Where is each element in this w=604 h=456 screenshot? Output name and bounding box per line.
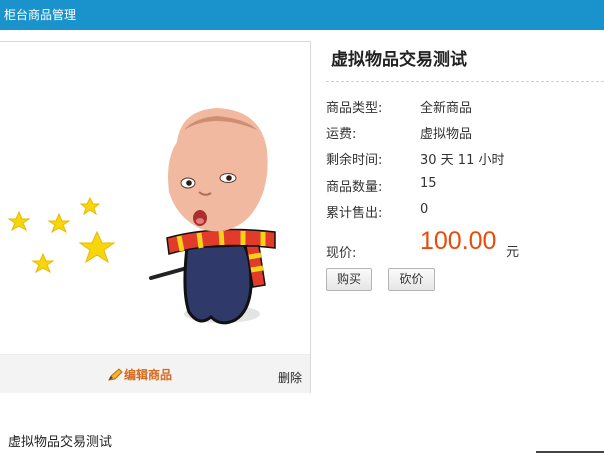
product-name-footer: 虚拟物品交易测试 bbox=[8, 435, 113, 450]
shipping-label: 运费: bbox=[326, 127, 357, 142]
bargain-button[interactable]: 砍价 bbox=[388, 268, 435, 291]
corner-divider bbox=[536, 451, 604, 453]
price-label: 现价: bbox=[326, 246, 357, 261]
quantity-label: 商品数量: bbox=[326, 180, 383, 195]
edit-product-label: 编辑商品 bbox=[124, 368, 173, 382]
price-value: 100.00 bbox=[420, 227, 497, 255]
price-unit: 元 bbox=[506, 245, 520, 260]
edit-product-link[interactable]: 编辑商品 bbox=[107, 366, 172, 383]
product-type-value: 全新商品 bbox=[420, 101, 473, 116]
pencil-icon bbox=[108, 367, 123, 381]
shipping-value: 虚拟物品 bbox=[420, 127, 473, 142]
image-actions-bar: 编辑商品 删除 bbox=[0, 354, 310, 393]
sold-count-value: 0 bbox=[420, 202, 429, 217]
product-image-panel: 编辑商品 删除 bbox=[0, 41, 311, 393]
star-icon bbox=[7, 210, 31, 232]
buy-button[interactable]: 购买 bbox=[326, 268, 372, 291]
quantity-value: 15 bbox=[420, 176, 437, 191]
remaining-time-label: 剩余时间: bbox=[326, 153, 383, 168]
star-icon bbox=[78, 230, 116, 264]
product-type-label: 商品类型: bbox=[326, 101, 383, 116]
star-icon bbox=[47, 212, 71, 234]
product-title: 虚拟物品交易测试 bbox=[331, 50, 467, 70]
page-title: 柜台商品管理 bbox=[4, 8, 77, 22]
product-image bbox=[7, 108, 276, 325]
sold-count-label: 累计售出: bbox=[326, 206, 383, 221]
delete-link[interactable]: 删除 bbox=[278, 369, 302, 386]
star-icon bbox=[79, 196, 101, 216]
title-divider bbox=[326, 81, 604, 82]
remaining-time-value: 30 天 11 小时 bbox=[420, 153, 505, 168]
top-bar: 柜台商品管理 bbox=[0, 0, 604, 30]
star-icon bbox=[31, 252, 55, 274]
